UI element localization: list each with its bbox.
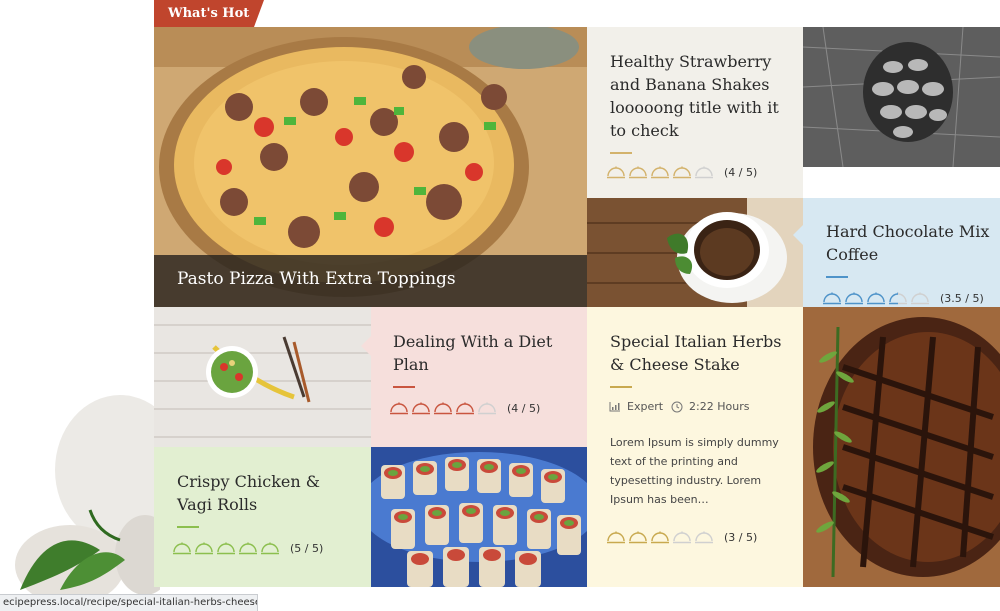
recipe-title[interactable]: Crispy Chicken & Vagi Rolls [177, 470, 357, 516]
rating-score: (4 / 5) [507, 401, 541, 415]
recipe-card-coffee-image[interactable] [587, 198, 803, 307]
cloche-icon [261, 542, 279, 555]
recipe-card-pinecone[interactable] [803, 27, 1000, 167]
cloche-icon [195, 542, 213, 555]
rating: (5 / 5) [172, 541, 323, 555]
whats-hot-label: What's Hot [154, 0, 254, 27]
status-bar-url: ecipepress.local/recipe/special-italian-… [0, 594, 258, 611]
recipe-title[interactable]: Healthy Strawberry and Banana Shakes loo… [610, 50, 790, 142]
cook-time: 2:22 Hours [689, 400, 750, 413]
recipe-title[interactable]: Dealing With a Diet Plan [393, 330, 573, 376]
recipe-card-shakes[interactable]: Healthy Strawberry and Banana Shakes loo… [587, 27, 803, 198]
pinecone-image [803, 27, 1000, 167]
clock-icon [671, 401, 683, 412]
recipe-card-chocolate[interactable]: Hard Chocolate Mix Coffee (3.5 / 5) [803, 198, 1000, 307]
cloche-icon [695, 531, 713, 544]
rating: (3.5 / 5) [822, 291, 984, 305]
rolls-image [371, 447, 587, 587]
bar-chart-icon [609, 402, 620, 412]
recipe-card-herbs[interactable]: Special Italian Herbs & Cheese Stake Exp… [587, 307, 803, 587]
cloche-icon [889, 292, 907, 305]
cloche-icon [434, 402, 452, 415]
cloche-icon [456, 402, 474, 415]
title-accent [610, 152, 632, 154]
cloche-icon [607, 531, 625, 544]
cloche-icon [607, 166, 625, 179]
rating: (3 / 5) [606, 530, 757, 544]
cloche-icon [629, 531, 647, 544]
cloche-icon [845, 292, 863, 305]
rating-score: (3 / 5) [724, 530, 758, 544]
cloche-icon [390, 402, 408, 415]
recipe-title[interactable]: Pasto Pizza With Extra Toppings [177, 269, 456, 289]
title-accent [610, 386, 632, 388]
title-accent [177, 526, 199, 528]
recipe-title[interactable]: Special Italian Herbs & Cheese Stake [610, 330, 790, 376]
cloche-icon [673, 166, 691, 179]
recipe-card-pizza[interactable]: Pasto Pizza With Extra Toppings [154, 27, 587, 307]
cloche-icon [911, 292, 929, 305]
cloche-icon [239, 542, 257, 555]
cloche-icon [217, 542, 235, 555]
cloche-icon [173, 542, 191, 555]
pizza-caption-bar: Pasto Pizza With Extra Toppings [154, 255, 587, 307]
rating-score: (4 / 5) [724, 165, 758, 179]
cloche-icon [478, 402, 496, 415]
cloche-icon [651, 531, 669, 544]
recipe-card-steak-image[interactable] [803, 307, 1000, 587]
cloche-icon [412, 402, 430, 415]
garlic-decoration [15, 395, 160, 595]
coffee-image [587, 198, 803, 307]
cloche-icon [695, 166, 713, 179]
rating: (4 / 5) [606, 165, 757, 179]
recipe-card-salad-image[interactable] [154, 307, 371, 447]
recipe-card-diet[interactable]: Dealing With a Diet Plan (4 / 5) [371, 307, 587, 447]
cloche-icon [629, 166, 647, 179]
cloche-icon [823, 292, 841, 305]
title-accent [393, 386, 415, 388]
cloche-icon [673, 531, 691, 544]
recipe-excerpt: Lorem Ipsum is simply dummy text of the … [610, 436, 779, 506]
title-accent [826, 276, 848, 278]
recipe-card-rolls-image[interactable] [371, 447, 587, 587]
recipe-meta: Expert 2:22 Hours [609, 400, 749, 413]
recipe-title[interactable]: Hard Chocolate Mix Coffee [826, 220, 991, 266]
rating-score: (3.5 / 5) [940, 291, 984, 305]
rating: (4 / 5) [389, 401, 540, 415]
cloche-icon [651, 166, 669, 179]
whats-hot-badge: What's Hot [154, 0, 264, 27]
steak-image [803, 307, 1000, 587]
cloche-icon [867, 292, 885, 305]
salad-image [154, 307, 371, 447]
rating-score: (5 / 5) [290, 541, 324, 555]
recipe-card-chicken[interactable]: Crispy Chicken & Vagi Rolls (5 / 5) [154, 447, 371, 587]
difficulty-label: Expert [627, 400, 664, 413]
